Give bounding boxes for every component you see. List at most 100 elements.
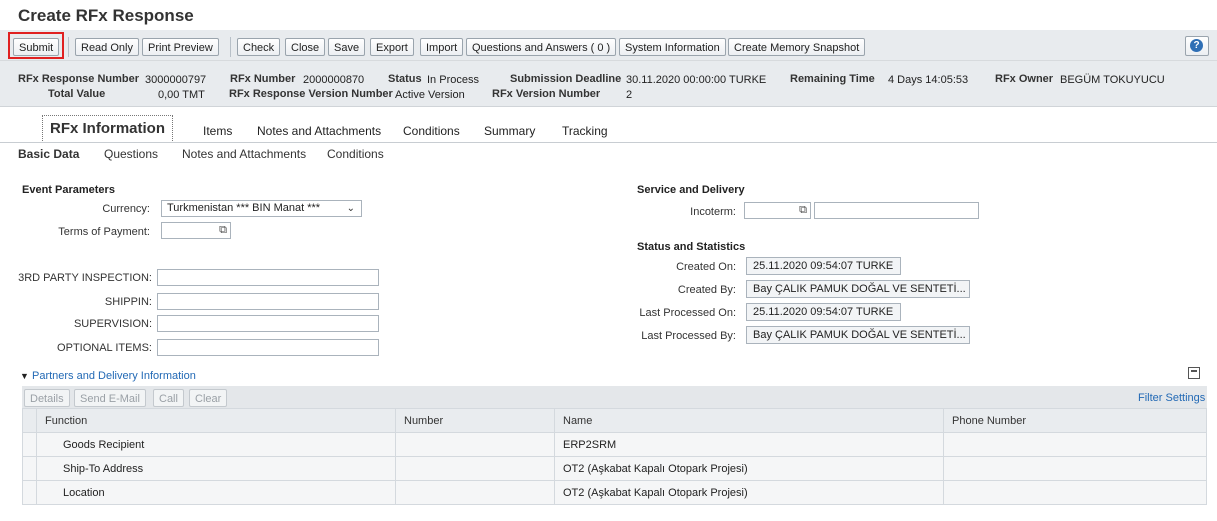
created-on-value: 25.11.2020 09:54:07 TURKE	[746, 257, 901, 275]
check-button[interactable]: Check	[237, 38, 281, 56]
rfx-version-label: RFx Version Number	[492, 88, 601, 100]
partners-title: Partners and Delivery Information	[31, 370, 196, 382]
clear-button[interactable]: Clear	[189, 389, 228, 407]
service-delivery-title: Service and Delivery	[637, 184, 745, 196]
number-cell	[395, 432, 555, 457]
partners-table: Function Number Name Phone Number Goods …	[22, 408, 1207, 505]
filter-settings-link[interactable]: Filter Settings	[1138, 392, 1205, 404]
total-value: 0,00 TMT	[158, 89, 205, 101]
tab-notes-attachments[interactable]: Notes and Attachments	[257, 124, 381, 138]
value-help-icon[interactable]: ⧉	[219, 224, 227, 237]
table-row[interactable]: Goods Recipient ERP2SRM	[22, 432, 1207, 457]
currency-select[interactable]: Turkmenistan *** BIN Manat *** ⌄	[161, 200, 362, 217]
subtab-notes-attachments[interactable]: Notes and Attachments	[182, 147, 306, 161]
status-label: Status	[388, 73, 422, 85]
toolbar-separator	[230, 37, 231, 57]
response-version-value: Active Version	[395, 89, 465, 101]
terms-of-payment-input[interactable]: ⧉	[161, 222, 231, 239]
last-processed-on-label: Last Processed On:	[639, 307, 736, 319]
questions-answers-button[interactable]: Questions and Answers ( 0 )	[466, 38, 617, 56]
optional-items-input[interactable]	[157, 339, 379, 356]
row-selector[interactable]	[22, 480, 37, 505]
details-button[interactable]: Details	[24, 389, 70, 407]
table-header-row: Function Number Name Phone Number	[22, 408, 1207, 433]
toolbar-separator	[68, 37, 69, 57]
create-memory-snapshot-button[interactable]: Create Memory Snapshot	[728, 38, 866, 56]
column-function[interactable]: Function	[36, 408, 396, 433]
name-cell: OT2 (Aşkabat Kapalı Otopark Projesi)	[554, 456, 944, 481]
created-on-label: Created On:	[676, 261, 736, 273]
submission-deadline-value: 30.11.2020 00:00:00 TURKE	[626, 74, 767, 86]
partners-section-toggle[interactable]: ▼ Partners and Delivery Information	[20, 370, 196, 382]
triangle-down-icon: ▼	[20, 371, 29, 381]
incoterm-input[interactable]: ⧉	[744, 202, 811, 219]
rfx-version-value: 2	[626, 89, 633, 101]
row-selector[interactable]	[22, 432, 37, 457]
name-cell: ERP2SRM	[554, 432, 944, 457]
supervision-input[interactable]	[157, 315, 379, 332]
incoterm-label: Incoterm:	[690, 206, 736, 218]
close-button[interactable]: Close	[285, 38, 326, 56]
collapse-icon[interactable]	[1188, 367, 1200, 379]
terms-of-payment-label: Terms of Payment:	[58, 226, 150, 238]
rfx-number-label: RFx Number	[230, 73, 296, 85]
tab-summary[interactable]: Summary	[484, 124, 535, 138]
send-email-button[interactable]: Send E-Mail	[74, 389, 146, 407]
tab-items[interactable]: Items	[203, 124, 232, 138]
tab-conditions[interactable]: Conditions	[403, 124, 460, 138]
shippin-input[interactable]	[157, 293, 379, 310]
response-version-label: RFx Response Version Number	[229, 88, 393, 100]
status-statistics-title: Status and Statistics	[637, 241, 746, 253]
status-value: In Process	[427, 74, 479, 86]
third-party-inspection-label: 3RD PARTY INSPECTION:	[18, 272, 152, 284]
rfx-owner-value: BEGÜM TOKUYUCU	[1060, 74, 1165, 86]
system-information-button[interactable]: System Information	[619, 38, 726, 56]
help-icon: ?	[1190, 39, 1203, 52]
submit-highlight	[8, 32, 64, 59]
phone-cell	[943, 480, 1207, 505]
currency-value: Turkmenistan *** BIN Manat ***	[167, 202, 321, 214]
optional-items-label: OPTIONAL ITEMS:	[57, 342, 152, 354]
shippin-label: SHIPPIN:	[104, 296, 152, 308]
name-cell: OT2 (Aşkabat Kapalı Otopark Projesi)	[554, 480, 944, 505]
subtab-basic-data[interactable]: Basic Data	[18, 147, 79, 161]
event-parameters-title: Event Parameters	[22, 184, 115, 196]
read-only-button[interactable]: Read Only	[75, 38, 139, 56]
created-by-value: Bay ÇALIK PAMUK DOĞAL VE SENTETİ...	[746, 280, 970, 298]
select-all-cell[interactable]	[22, 408, 37, 433]
column-name[interactable]: Name	[554, 408, 944, 433]
row-selector[interactable]	[22, 456, 37, 481]
subtab-questions[interactable]: Questions	[104, 147, 158, 161]
import-button[interactable]: Import	[420, 38, 464, 56]
third-party-inspection-input[interactable]	[157, 269, 379, 286]
total-value-label: Total Value	[48, 88, 106, 100]
table-row[interactable]: Ship-To Address OT2 (Aşkabat Kapalı Otop…	[22, 456, 1207, 481]
phone-cell	[943, 432, 1207, 457]
print-preview-button[interactable]: Print Preview	[142, 38, 219, 56]
help-button[interactable]: ?	[1185, 36, 1209, 56]
created-by-label: Created By:	[677, 284, 736, 296]
save-button[interactable]: Save	[328, 38, 366, 56]
rfx-response-number: 3000000797	[145, 74, 207, 86]
value-help-icon[interactable]: ⧉	[799, 204, 807, 217]
column-number[interactable]: Number	[395, 408, 555, 433]
submission-deadline-label: Submission Deadline	[510, 73, 622, 85]
column-phone-number[interactable]: Phone Number	[943, 408, 1207, 433]
last-processed-by-label: Last Processed By:	[641, 330, 736, 342]
tab-tracking[interactable]: Tracking	[562, 124, 608, 138]
function-cell: Goods Recipient	[36, 432, 396, 457]
tab-rfx-information[interactable]: RFx Information	[42, 115, 173, 143]
phone-cell	[943, 456, 1207, 481]
rfx-number: 2000000870	[303, 74, 365, 86]
remaining-time-label: Remaining Time	[790, 73, 875, 85]
number-cell	[395, 480, 555, 505]
last-processed-by-value: Bay ÇALIK PAMUK DOĞAL VE SENTETİ...	[746, 326, 970, 344]
export-button[interactable]: Export	[370, 38, 414, 56]
supervision-label: SUPERVISION:	[73, 318, 152, 330]
subtab-conditions[interactable]: Conditions	[327, 147, 384, 161]
last-processed-on-value: 25.11.2020 09:54:07 TURKE	[746, 303, 901, 321]
remaining-time-value: 4 Days 14:05:53	[888, 74, 969, 86]
table-row[interactable]: Location OT2 (Aşkabat Kapalı Otopark Pro…	[22, 480, 1207, 505]
incoterm-location-input[interactable]	[814, 202, 979, 219]
call-button[interactable]: Call	[153, 389, 184, 407]
